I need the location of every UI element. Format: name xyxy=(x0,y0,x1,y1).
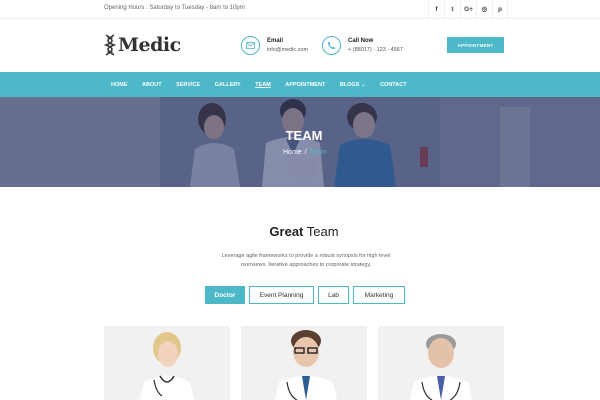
chevron-down-icon: ⌄ xyxy=(361,81,366,88)
nav-item-service[interactable]: SERVICE xyxy=(176,82,200,88)
team-member-photo xyxy=(275,330,337,400)
team-member-photo xyxy=(140,332,194,400)
team-member-photo xyxy=(410,334,472,400)
breadcrumb-separator: / xyxy=(304,149,307,156)
phone-icon xyxy=(322,36,341,55)
section-title-rest: Team xyxy=(303,224,339,239)
top-bar: Opening Hours : Saturday to Tuesday - 8a… xyxy=(0,0,600,19)
social-links: f t G+ ◎ p xyxy=(428,0,508,18)
phone-value[interactable]: + (88017) - 123 - 4567 xyxy=(348,47,403,53)
logo[interactable]: Medic xyxy=(104,34,181,56)
email-contact: Email info@medic.com xyxy=(241,36,308,55)
instagram-icon[interactable]: ◎ xyxy=(476,0,492,18)
phone-contact: Call Now + (88017) - 123 - 4567 xyxy=(322,36,403,55)
page-banner: TEAM Home / Team xyxy=(0,97,600,187)
filter-event-planning[interactable]: Event Planning xyxy=(249,286,314,304)
site-header: Medic Email info@medic.com Call Now + (8… xyxy=(0,19,600,72)
section-title-bold: Great xyxy=(269,224,304,239)
twitter-icon[interactable]: t xyxy=(444,0,460,18)
breadcrumb-home-link[interactable]: Home xyxy=(283,149,302,156)
nav-item-contact[interactable]: CONTACT xyxy=(380,82,406,88)
opening-hours: Opening Hours : Saturday to Tuesday - 8a… xyxy=(104,5,245,11)
google-plus-icon[interactable]: G+ xyxy=(460,0,476,18)
filter-doctor[interactable]: Doctor xyxy=(205,286,245,304)
nav-item-gallery[interactable]: GALLERY xyxy=(215,82,241,88)
page-title: TEAM xyxy=(285,128,323,143)
team-card[interactable] xyxy=(241,326,367,400)
phone-title: Call Now xyxy=(348,38,374,44)
filter-marketing[interactable]: Marketing xyxy=(353,286,405,304)
email-value[interactable]: info@medic.com xyxy=(267,47,308,53)
email-title: Email xyxy=(267,38,284,44)
dna-icon xyxy=(104,34,116,56)
pinterest-icon[interactable]: p xyxy=(492,0,508,18)
breadcrumb-current: Team xyxy=(309,149,327,156)
nav-item-home[interactable]: HOME xyxy=(111,82,128,88)
appointment-button[interactable]: APPOINTMENT xyxy=(447,37,504,53)
main-nav: HOME ABOUT SERVICE GALLERY TEAM APPOINTM… xyxy=(0,72,600,97)
section-description: Leverage agile frameworks to provide a r… xyxy=(221,253,391,268)
nav-item-team[interactable]: TEAM xyxy=(255,82,271,88)
team-filters: Doctor Event Planning Lab Marketing xyxy=(205,286,409,304)
section-title: Great Team xyxy=(0,224,600,239)
nav-item-appointment[interactable]: APPOINTMENT xyxy=(285,82,325,88)
logo-text: Medic xyxy=(118,34,181,56)
envelope-icon xyxy=(241,36,260,55)
facebook-icon[interactable]: f xyxy=(428,0,444,18)
nav-item-blogs[interactable]: BLOGS ⌄ xyxy=(340,82,366,88)
breadcrumb: Home / Team xyxy=(283,149,327,156)
team-card[interactable] xyxy=(104,326,230,400)
team-card[interactable] xyxy=(378,326,504,400)
nav-item-about[interactable]: ABOUT xyxy=(142,82,162,88)
filter-lab[interactable]: Lab xyxy=(318,286,349,304)
